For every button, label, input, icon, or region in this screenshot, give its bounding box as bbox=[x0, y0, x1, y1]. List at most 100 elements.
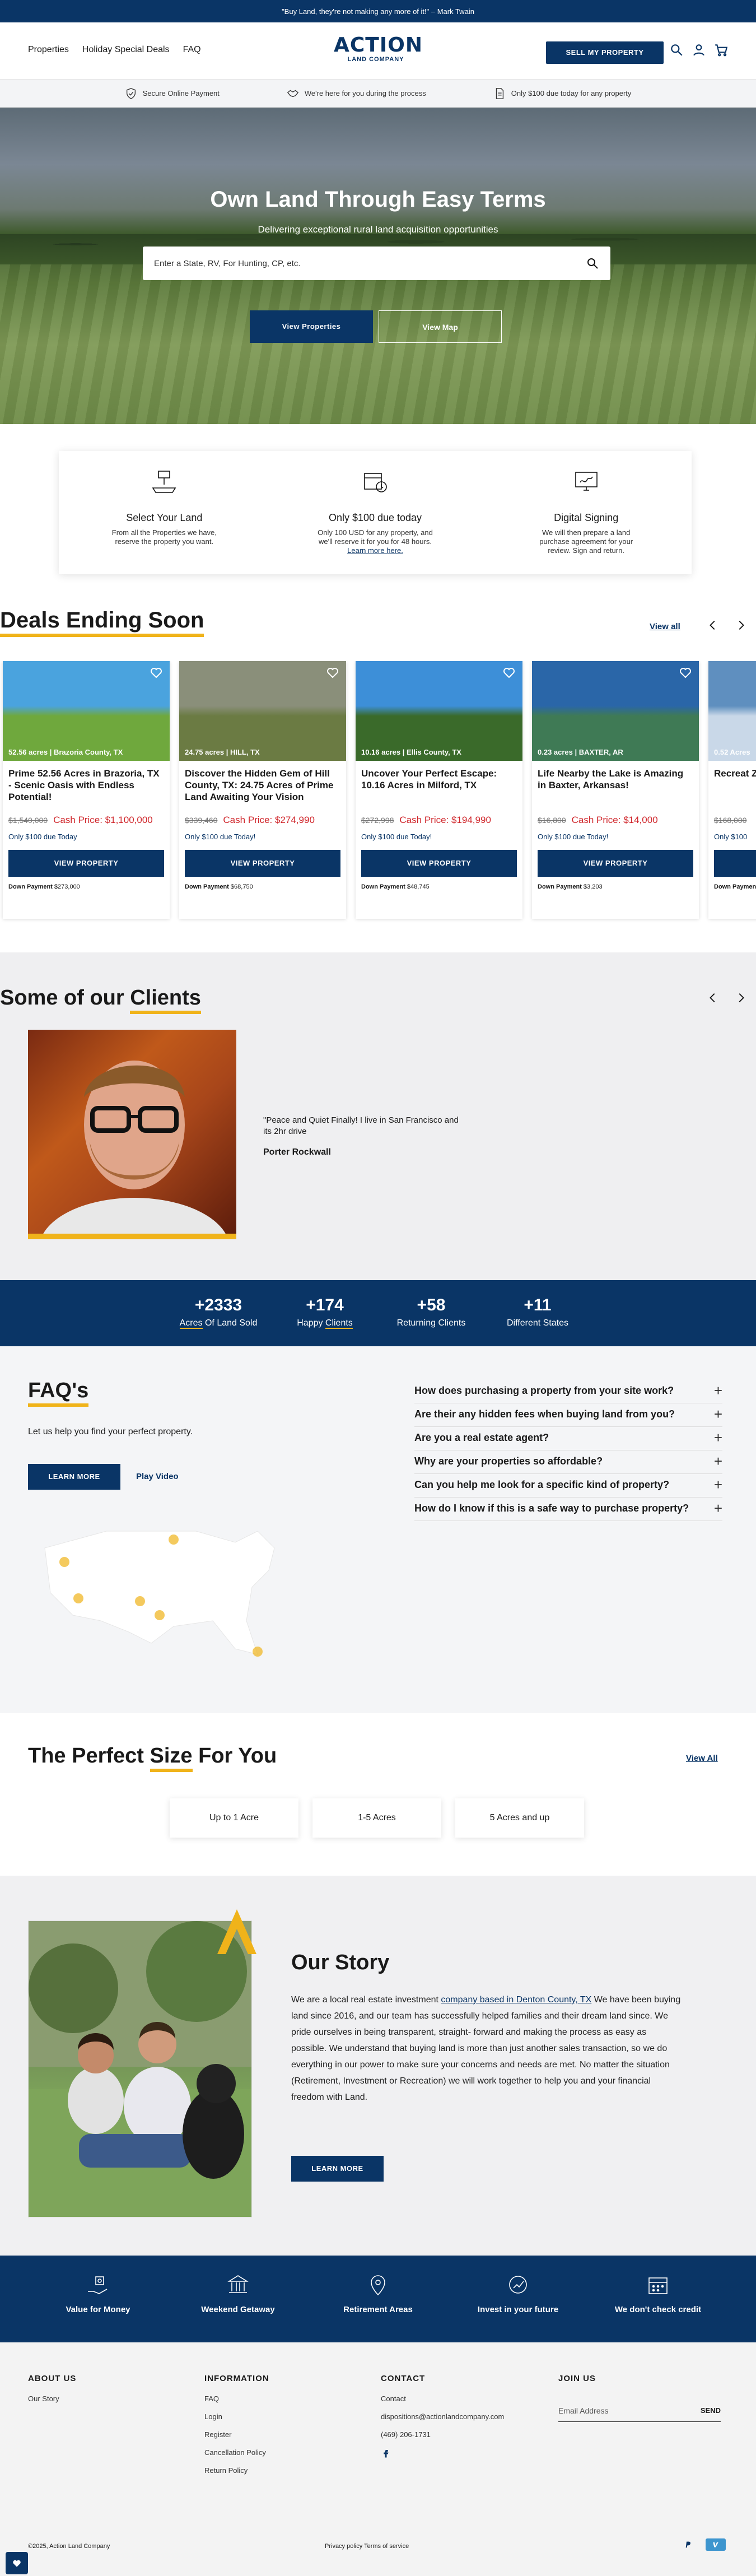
faq-learn-more-button[interactable]: LEARN MORE bbox=[28, 1464, 120, 1490]
footer-phone-link[interactable]: (469) 206-1731 bbox=[381, 2430, 504, 2439]
cart-icon[interactable] bbox=[714, 43, 729, 57]
property-price: $16,800 Cash Price: $14,000 bbox=[532, 815, 699, 826]
cash-price: Cash Price: $274,990 bbox=[223, 815, 315, 825]
heart-icon[interactable] bbox=[679, 666, 692, 679]
faq-item[interactable]: Are their any hidden fees when buying la… bbox=[414, 1403, 722, 1427]
denton-county-link[interactable]: company based in Denton County, TX bbox=[441, 1995, 591, 2005]
size-option-1-5[interactable]: 1-5 Acres bbox=[312, 1798, 441, 1838]
heart-icon[interactable] bbox=[326, 666, 339, 679]
footer-link-login[interactable]: Login bbox=[204, 2412, 269, 2421]
deals-view-all-link[interactable]: View all bbox=[650, 622, 680, 631]
stat-returning: +58 Returning Clients bbox=[378, 1280, 484, 1346]
faq-accordion: How does purchasing a property from your… bbox=[414, 1380, 722, 1521]
chevron-right-icon[interactable] bbox=[735, 992, 747, 1004]
search-icon[interactable] bbox=[669, 43, 684, 57]
plus-icon[interactable]: + bbox=[714, 1383, 722, 1398]
plus-icon[interactable]: + bbox=[714, 1430, 722, 1445]
sell-my-property-button[interactable]: SELL MY PROPERTY bbox=[546, 41, 664, 64]
title-part: For You bbox=[192, 1744, 277, 1768]
play-video-link[interactable]: Play Video bbox=[136, 1472, 179, 1481]
footer-link-cancellation[interactable]: Cancellation Policy bbox=[204, 2448, 269, 2457]
nav-properties[interactable]: Properties bbox=[28, 45, 69, 55]
nav-holiday-deals[interactable]: Holiday Special Deals bbox=[82, 45, 170, 55]
faq-item[interactable]: How does purchasing a property from your… bbox=[414, 1380, 722, 1403]
plus-icon[interactable]: + bbox=[714, 1501, 722, 1515]
title-highlight: Size bbox=[150, 1744, 193, 1772]
property-card[interactable]: 10.16 acres | Ellis County, TX Uncover Yo… bbox=[356, 661, 522, 919]
footer-email-link[interactable]: dispositions@actionlandcompany.com bbox=[381, 2412, 504, 2421]
chat-widget-button[interactable] bbox=[6, 2552, 28, 2574]
map-pin-icon bbox=[371, 2275, 385, 2296]
view-properties-button[interactable]: View Properties bbox=[250, 310, 373, 343]
down-payment-label: Down Payment bbox=[361, 884, 405, 890]
plus-icon[interactable]: + bbox=[714, 1407, 722, 1421]
terms-of-service-link[interactable]: Terms of service bbox=[364, 2543, 409, 2550]
user-icon[interactable] bbox=[692, 43, 706, 57]
property-card[interactable]: 0.23 acres | BAXTER, AR Life Nearby the L… bbox=[532, 661, 699, 919]
property-price: $339,460 Cash Price: $274,990 bbox=[179, 815, 346, 826]
footer-link-our-story[interactable]: Our Story bbox=[28, 2394, 76, 2403]
perfect-size-view-all-link[interactable]: View All bbox=[686, 1754, 718, 1763]
story-text-part: We have been buying land since 2016, and… bbox=[291, 1995, 681, 2102]
faq-question: How do I know if this is a safe way to p… bbox=[414, 1503, 689, 1514]
hero-search-input[interactable]: Enter a State, RV, For Hunting, CP, etc. bbox=[143, 247, 610, 280]
trust-item: Only $100 due today for any property bbox=[493, 87, 631, 100]
property-title[interactable]: Uncover Your Perfect Escape: 10.16 Acres… bbox=[356, 761, 522, 815]
property-title[interactable]: Discover the Hidden Gem of Hill County, … bbox=[179, 761, 346, 815]
faq-item[interactable]: How do I know if this is a safe way to p… bbox=[414, 1498, 722, 1521]
size-options: Up to 1 Acre 1-5 Acres 5 Acres and up bbox=[170, 1798, 584, 1838]
view-property-button[interactable]: VIEW PROPERTY bbox=[361, 850, 517, 877]
down-payment-value: $68,750 bbox=[230, 884, 253, 890]
story-learn-more-button[interactable]: LEARN MORE bbox=[291, 2156, 384, 2182]
site-logo[interactable]: ACTION LAND COMPANY bbox=[334, 35, 422, 63]
trust-item: Secure Online Payment bbox=[125, 87, 220, 100]
chevron-right-icon[interactable] bbox=[735, 619, 747, 631]
nav-faq[interactable]: FAQ bbox=[183, 45, 201, 55]
faq-item[interactable]: Why are your properties so affordable? + bbox=[414, 1450, 722, 1474]
view-property-button[interactable]: VIEW PROPERTY bbox=[185, 850, 340, 877]
plus-icon[interactable]: + bbox=[714, 1454, 722, 1468]
heart-icon[interactable] bbox=[150, 666, 163, 679]
learn-more-link[interactable]: Learn more here. bbox=[347, 546, 403, 555]
heart-icon[interactable] bbox=[502, 666, 516, 679]
property-image[interactable]: 24.75 acres | HILL, TX bbox=[179, 661, 346, 761]
size-option-5-up[interactable]: 5 Acres and up bbox=[455, 1798, 584, 1838]
chevron-left-icon[interactable] bbox=[707, 619, 719, 631]
property-image[interactable]: 52.56 acres | Brazoria County, TX bbox=[3, 661, 170, 761]
size-option-up-to-1[interactable]: Up to 1 Acre bbox=[170, 1798, 298, 1838]
property-image[interactable]: 0.52 Acres bbox=[708, 661, 756, 761]
handshake-icon bbox=[287, 90, 299, 97]
property-card[interactable]: 24.75 acres | HILL, TX Discover the Hidde… bbox=[179, 661, 346, 919]
perfect-size-title: The Perfect Size For You bbox=[28, 1744, 277, 1772]
search-icon[interactable] bbox=[586, 257, 599, 270]
footer-link-return[interactable]: Return Policy bbox=[204, 2466, 269, 2475]
privacy-policy-link[interactable]: Privacy policy bbox=[325, 2543, 362, 2550]
feature-value: Value for Money bbox=[28, 2256, 168, 2342]
footer-link-contact[interactable]: Contact bbox=[381, 2394, 504, 2403]
faq-item[interactable]: Can you help me look for a specific kind… bbox=[414, 1474, 722, 1498]
faq-item[interactable]: Are you a real estate agent? + bbox=[414, 1427, 722, 1450]
newsletter-send-button[interactable]: SEND bbox=[701, 2406, 721, 2415]
step-digital-signing: Digital Signing We will then prepare a l… bbox=[480, 451, 692, 574]
footer-link-register[interactable]: Register bbox=[204, 2430, 269, 2439]
view-property-button[interactable]: VIEW PROPERTY bbox=[538, 850, 693, 877]
property-title[interactable]: Prime 52.56 Acres in Brazoria, TX - Scen… bbox=[3, 761, 170, 815]
chevron-left-icon[interactable] bbox=[707, 992, 719, 1004]
newsletter-email-field[interactable]: Email Address SEND bbox=[558, 2400, 721, 2422]
facebook-icon[interactable] bbox=[381, 2448, 391, 2458]
view-property-button[interactable]: VIEW PROPERTY bbox=[714, 850, 756, 877]
document-icon bbox=[496, 87, 503, 99]
property-image[interactable]: 10.16 acres | Ellis County, TX bbox=[356, 661, 522, 761]
view-map-button[interactable]: View Map bbox=[379, 310, 502, 343]
property-card[interactable]: 52.56 acres | Brazoria County, TX Prime 5… bbox=[3, 661, 170, 919]
footer-link-faq[interactable]: FAQ bbox=[204, 2394, 269, 2403]
property-image[interactable]: 0.23 acres | BAXTER, AR bbox=[532, 661, 699, 761]
down-payment-label: Down Payment bbox=[714, 884, 756, 890]
property-title[interactable]: Life Nearby the Lake is Amazing in Baxte… bbox=[532, 761, 699, 815]
view-property-button[interactable]: VIEW PROPERTY bbox=[8, 850, 164, 877]
faq-question: Can you help me look for a specific kind… bbox=[414, 1479, 670, 1490]
property-title[interactable]: Recreat Ziplines bbox=[708, 761, 756, 815]
stat-states: +11 Different States bbox=[484, 1280, 591, 1346]
plus-icon[interactable]: + bbox=[714, 1477, 722, 1492]
property-card[interactable]: 0.52 Acres Recreat Ziplines$168,000 Only $… bbox=[708, 661, 756, 919]
